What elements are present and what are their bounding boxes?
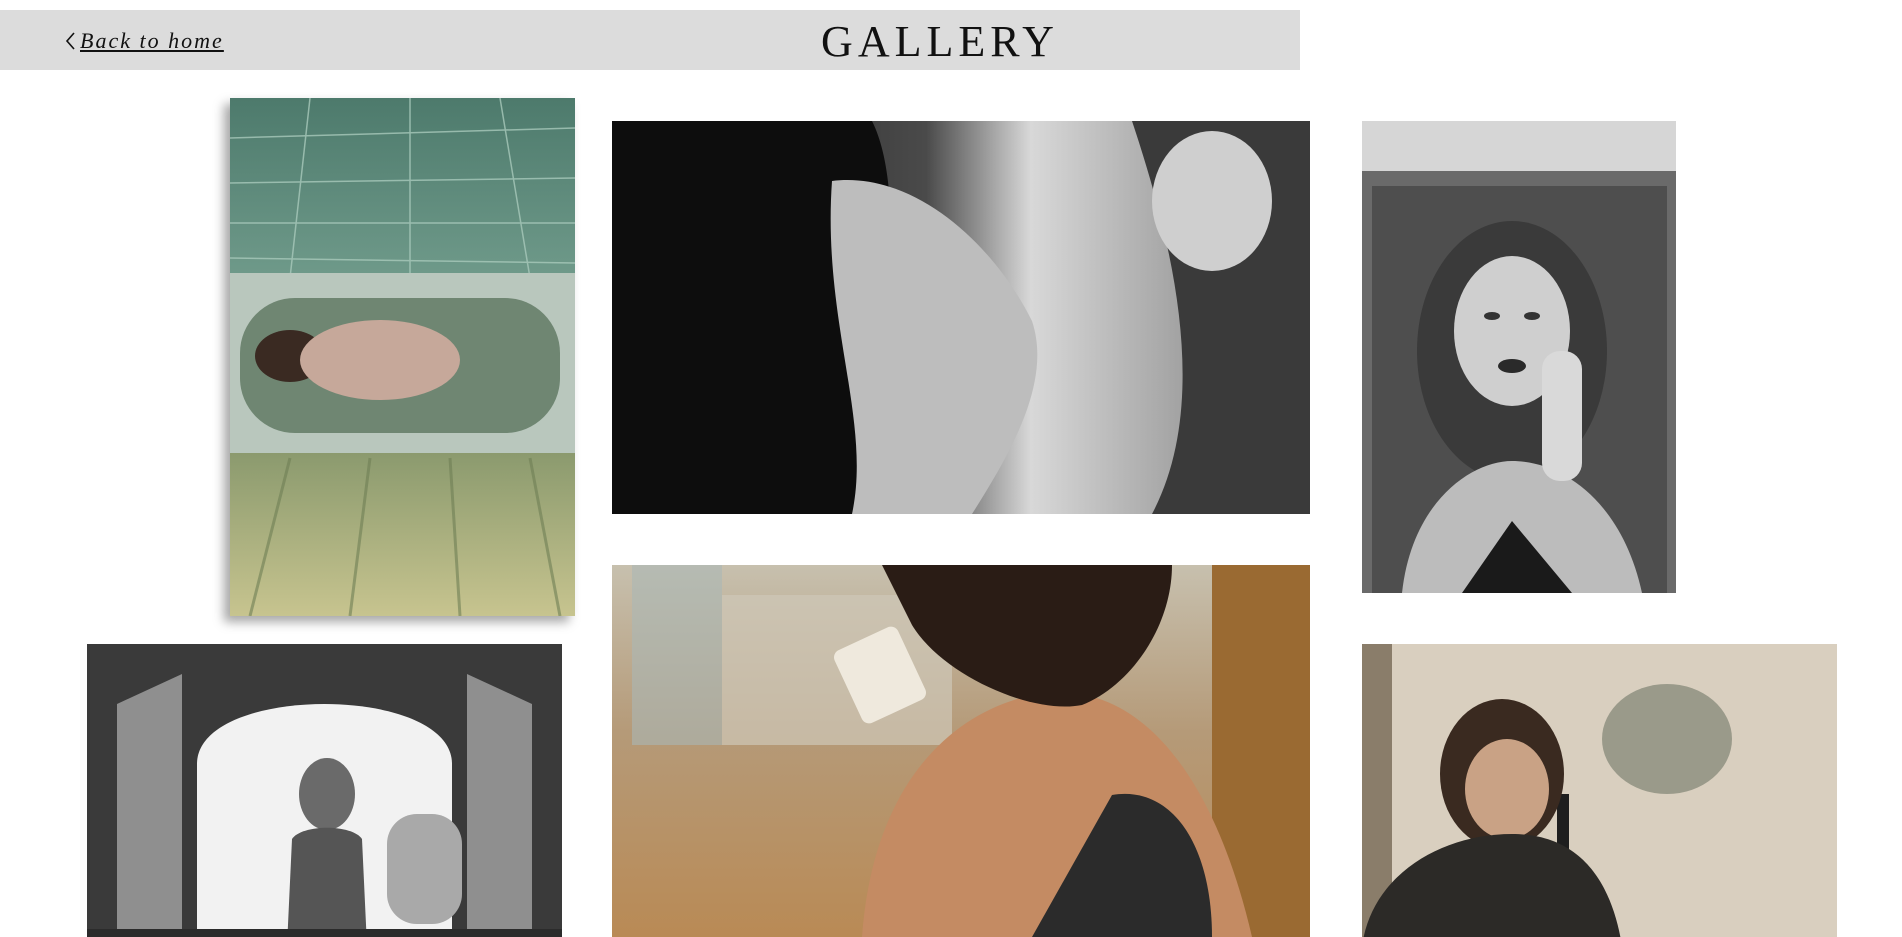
header-bar: Back to home GALLERY: [0, 10, 1300, 70]
back-link-label: Back to home: [80, 28, 224, 53]
profile-bw-photo[interactable]: [612, 121, 1310, 514]
bathtub-photo[interactable]: [230, 98, 575, 616]
window-arch-photo[interactable]: [87, 644, 562, 937]
chevron-left-icon: [64, 30, 78, 52]
mirror-portrait-photo[interactable]: [1362, 121, 1676, 593]
microphone-photo[interactable]: [1362, 644, 1837, 937]
page-title: GALLERY: [821, 17, 1059, 66]
coffee-sunlight-photo[interactable]: [612, 565, 1310, 937]
back-to-home-link[interactable]: Back to home: [64, 28, 224, 54]
gallery-page: Back to home GALLERY: [0, 0, 1902, 937]
